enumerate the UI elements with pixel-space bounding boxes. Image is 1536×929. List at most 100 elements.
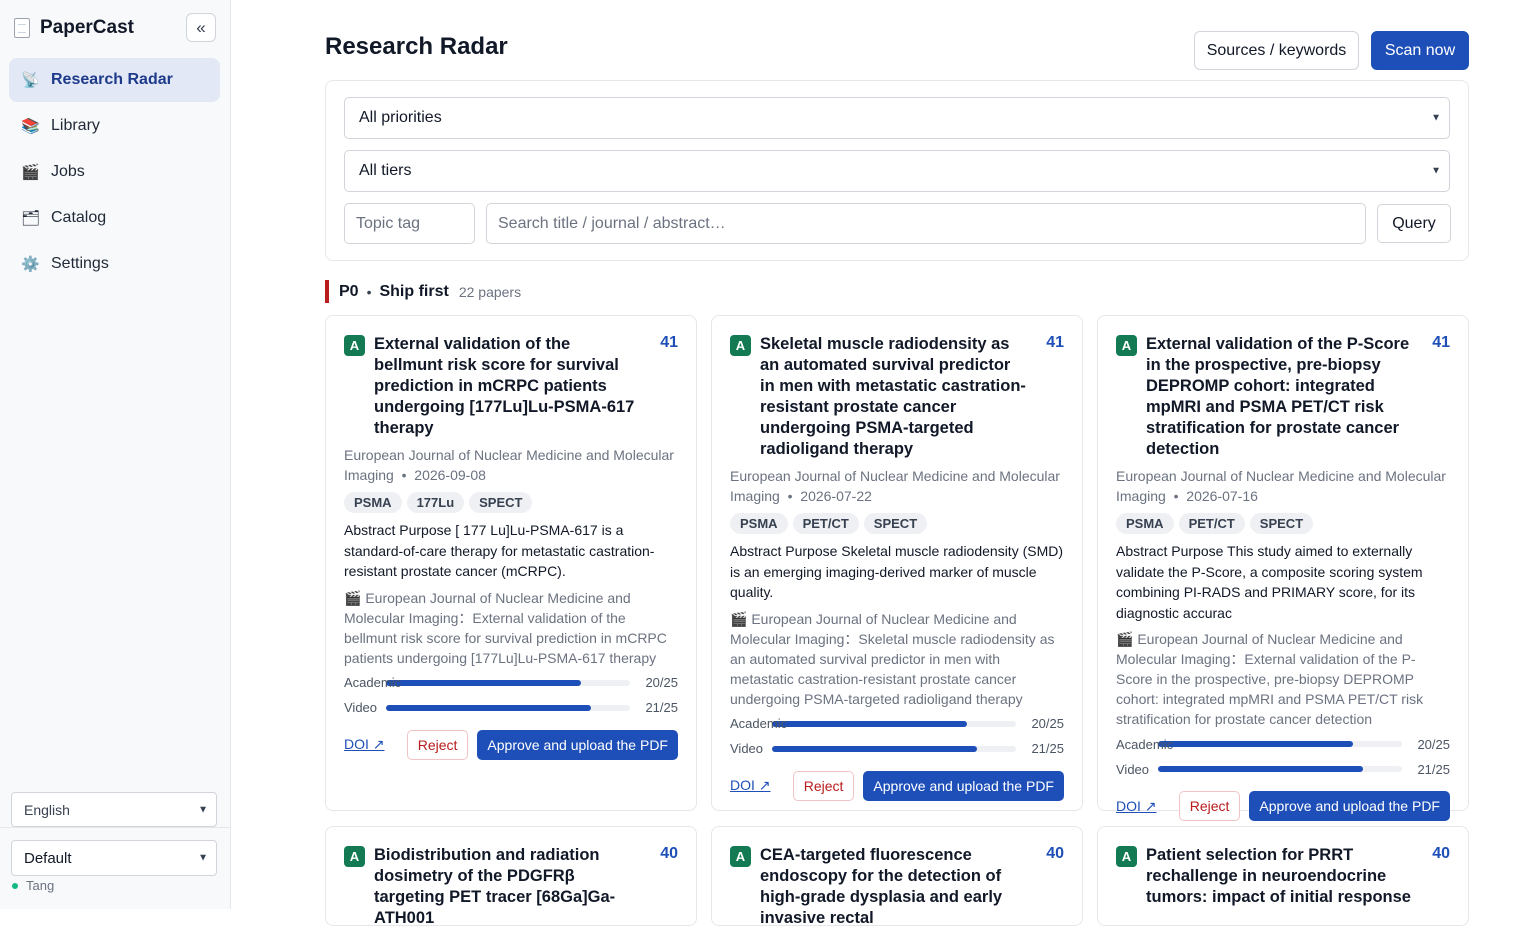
- theme-value: Default: [24, 849, 72, 867]
- paper-score: 41: [660, 334, 678, 351]
- academic-score-label: Academic: [1116, 736, 1174, 752]
- sidebar-item-label: Catalog: [51, 209, 107, 226]
- books-icon: 📚: [21, 118, 40, 135]
- video-score-row: Video 21/25: [730, 739, 1064, 759]
- tier-select[interactable]: All tiers ▼: [344, 150, 1450, 192]
- topic-tag: PSMA: [1116, 513, 1174, 534]
- publish-date: 2026-07-22: [800, 488, 872, 504]
- double-chevron-left-icon: «: [196, 17, 206, 37]
- sidebar-divider: [0, 827, 230, 828]
- user-name: Tang: [26, 878, 55, 893]
- theme-select[interactable]: Default ▼: [11, 840, 217, 876]
- paper-score: 40: [1046, 845, 1064, 862]
- video-score-bar: [386, 704, 630, 711]
- doi-link[interactable]: DOI ↗: [344, 736, 385, 753]
- video-score-fill: [386, 704, 591, 711]
- academic-score-value: 20/25: [645, 675, 678, 690]
- paper-title: Skeletal muscle radiodensity as an autom…: [760, 335, 1026, 458]
- academic-score-label: Academic: [344, 675, 402, 690]
- academic-score-row: Academic 20/25: [1116, 734, 1450, 754]
- section-name: Ship first: [379, 282, 449, 300]
- video-score-bar: [1158, 766, 1402, 772]
- sidebar-item-jobs[interactable]: 🎬 Jobs: [9, 150, 220, 194]
- doi-link[interactable]: DOI ↗: [730, 777, 771, 794]
- topic-tag-input[interactable]: Topic tag: [344, 203, 475, 244]
- app-brand: PaperCast: [14, 14, 134, 42]
- document-icon: [14, 18, 30, 38]
- tier-badge: A: [730, 335, 751, 356]
- sidebar-item-research-radar[interactable]: 📡 Research Radar: [9, 58, 220, 102]
- priority-section-header: P0 • Ship first 22 papers: [325, 280, 521, 303]
- chevron-down-icon: ▼: [198, 804, 208, 815]
- filter-panel: All priorities ▼ All tiers ▼ Topic tag S…: [325, 80, 1469, 261]
- approve-upload-button[interactable]: Approve and upload the PDF: [863, 770, 1064, 801]
- video-score-value: 21/25: [1031, 741, 1064, 756]
- tier-badge: A: [1116, 335, 1137, 356]
- section-separator: •: [366, 283, 372, 300]
- priority-value: All priorities: [359, 109, 442, 126]
- chevron-down-icon: ▼: [1431, 165, 1441, 177]
- priority-select[interactable]: All priorities ▼: [344, 97, 1450, 139]
- search-input[interactable]: Search title / journal / abstract…: [486, 203, 1366, 244]
- approve-upload-button[interactable]: Approve and upload the PDF: [477, 729, 678, 760]
- academic-score-row: Academic 20/25: [344, 673, 678, 693]
- clapperboard-icon: 🎬: [21, 164, 40, 181]
- topic-tag: 177Lu: [406, 492, 465, 513]
- tier-badge: A: [344, 335, 365, 356]
- academic-score-label: Academic: [730, 716, 788, 731]
- satellite-dish-icon: 📡: [21, 72, 40, 89]
- video-description: 🎬 European Journal of Nuclear Medicine a…: [1116, 631, 1424, 727]
- paper-score: 40: [1432, 845, 1450, 862]
- academic-score-value: 20/25: [1417, 736, 1450, 752]
- abstract-text: Abstract Purpose This study aimed to ext…: [1116, 543, 1423, 621]
- page-title: Research Radar: [325, 33, 508, 60]
- abstract-text: Abstract Purpose [ 177 Lu]Lu-PSMA-617 is…: [344, 522, 655, 579]
- main-content: Research Radar Sources / keywords Scan n…: [231, 0, 1536, 927]
- video-score-value: 21/25: [645, 700, 678, 715]
- online-status-dot: [12, 882, 18, 889]
- paper-title: Patient selection for PRRT rechallenge i…: [1146, 846, 1411, 906]
- topic-tag: SPECT: [863, 513, 928, 534]
- sidebar-item-label: Jobs: [51, 163, 85, 180]
- reject-button[interactable]: Reject: [792, 770, 855, 801]
- journal-line: European Journal of Nuclear Medicine and…: [730, 468, 1060, 504]
- reject-button[interactable]: Reject: [1178, 791, 1241, 821]
- academic-score-row: Academic 20/25: [730, 714, 1064, 734]
- paper-card: A Patient selection for PRRT rechallenge…: [1097, 826, 1469, 926]
- paper-title: Biodistribution and radiation dosimetry …: [374, 846, 616, 927]
- scan-now-button[interactable]: Scan now: [1371, 31, 1469, 70]
- paper-card: A Skeletal muscle radiodensity as an aut…: [711, 315, 1083, 811]
- query-button[interactable]: Query: [1377, 204, 1451, 243]
- approve-upload-button[interactable]: Approve and upload the PDF: [1249, 791, 1450, 821]
- video-score-row: Video 21/25: [1116, 759, 1450, 779]
- tag-list: PSMA PET/CT SPECT: [1116, 513, 1450, 534]
- sidebar-item-library[interactable]: 📚 Library: [9, 104, 220, 148]
- tag-list: PSMA PET/CT SPECT: [730, 513, 1064, 534]
- academic-score-fill: [1158, 741, 1354, 747]
- topic-tag: SPECT: [469, 492, 533, 513]
- topic-tag: PSMA: [730, 513, 788, 534]
- sidebar-item-catalog[interactable]: 🗂 Catalog: [9, 196, 220, 240]
- video-score-label: Video: [1116, 761, 1150, 777]
- video-score-value: 21/25: [1417, 761, 1450, 777]
- chevron-down-icon: ▼: [1431, 112, 1441, 124]
- language-select[interactable]: English ▼: [11, 792, 217, 827]
- video-description: 🎬 European Journal of Nuclear Medicine a…: [344, 589, 667, 666]
- reject-button[interactable]: Reject: [406, 729, 469, 760]
- sources-keywords-button[interactable]: Sources / keywords: [1194, 31, 1359, 70]
- collapse-sidebar-button[interactable]: «: [186, 13, 216, 42]
- card-actions: DOI ↗ Reject Approve and upload the PDF: [1116, 791, 1450, 821]
- publish-date: 2026-09-08: [414, 467, 486, 483]
- sidebar-item-settings[interactable]: ⚙️ Settings: [9, 242, 220, 286]
- card-actions: DOI ↗ Reject Approve and upload the PDF: [730, 770, 1064, 801]
- paper-card: A External validation of the P-Score in …: [1097, 315, 1469, 821]
- video-score-fill: [1158, 766, 1363, 772]
- journal-name: European Journal of Nuclear Medicine and…: [344, 447, 674, 483]
- journal-name: European Journal of Nuclear Medicine and…: [1116, 468, 1446, 504]
- doi-link[interactable]: DOI ↗: [1116, 798, 1157, 815]
- card-index-icon: 🗂: [21, 210, 41, 227]
- section-count: 22 papers: [458, 283, 522, 300]
- sidebar-item-label: Settings: [51, 255, 109, 272]
- abstract-text: Abstract Purpose Skeletal muscle radiode…: [730, 543, 1064, 600]
- sidebar-item-label: Research Radar: [51, 71, 173, 88]
